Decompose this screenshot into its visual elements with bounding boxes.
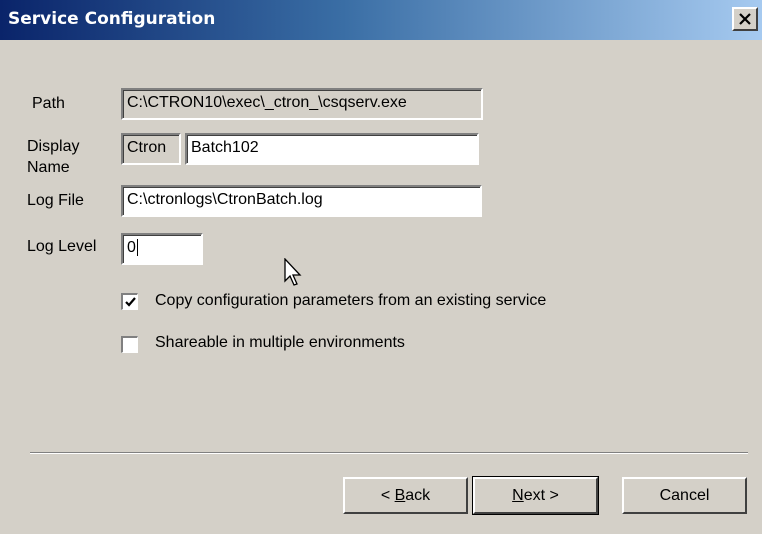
mouse-pointer-icon <box>284 258 302 286</box>
text-caret <box>136 239 138 257</box>
log-level-value: 0 <box>127 239 136 256</box>
display-name-prefix-field: Ctron <box>121 133 181 165</box>
back-button[interactable]: < Back <box>343 477 468 514</box>
back-button-prefix: < <box>380 487 395 504</box>
next-button-accel: N <box>512 487 524 504</box>
checkmark-icon <box>125 297 136 307</box>
shareable-checkbox[interactable] <box>121 336 138 353</box>
copy-config-label[interactable]: Copy configuration parameters from an ex… <box>155 292 546 310</box>
shareable-label[interactable]: Shareable in multiple environments <box>155 334 405 352</box>
next-button[interactable]: Next > <box>472 476 599 515</box>
close-button[interactable] <box>732 7 758 31</box>
display-name-input[interactable]: Batch102 <box>185 133 479 165</box>
display-name-label-line2: Name <box>27 159 70 176</box>
service-configuration-dialog: Service Configuration Path C:\CTRON10\ex… <box>0 0 762 534</box>
close-icon <box>739 13 751 25</box>
separator-line <box>30 452 748 454</box>
log-file-label: Log File <box>27 192 84 209</box>
log-file-value: C:\ctronlogs\CtronBatch.log <box>127 191 323 208</box>
window-title: Service Configuration <box>8 9 216 29</box>
back-button-accel: B <box>394 487 406 504</box>
cancel-button-label: Cancel <box>659 487 710 504</box>
cancel-button[interactable]: Cancel <box>622 477 747 514</box>
path-field: C:\CTRON10\exec\_ctron_\csqserv.exe <box>121 88 483 120</box>
display-name-label-line1: Display <box>27 138 80 155</box>
copy-config-checkbox[interactable] <box>121 293 138 310</box>
log-level-label: Log Level <box>27 238 97 255</box>
log-level-input[interactable]: 0 <box>121 233 203 265</box>
back-button-rest: ack <box>405 487 431 504</box>
display-name-value: Batch102 <box>191 139 259 156</box>
path-value: C:\CTRON10\exec\_ctron_\csqserv.exe <box>127 94 407 111</box>
log-file-input[interactable]: C:\ctronlogs\CtronBatch.log <box>121 185 482 217</box>
title-bar[interactable]: Service Configuration <box>0 0 762 40</box>
next-button-rest: ext > <box>523 487 559 504</box>
path-label: Path <box>32 95 65 112</box>
display-name-prefix: Ctron <box>127 139 167 156</box>
